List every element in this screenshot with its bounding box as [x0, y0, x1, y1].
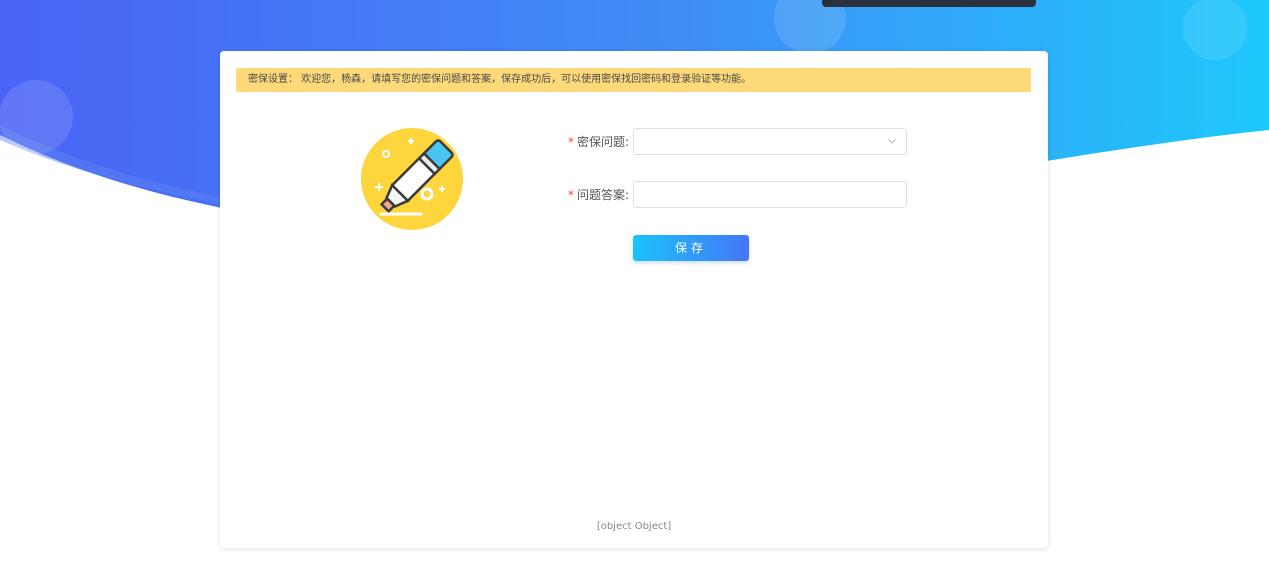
required-mark: * — [567, 188, 574, 202]
notice-banner: 密保设置： 欢迎您，杨森，请填写您的密保问题和答案，保存成功后，可以使用密保找回… — [236, 68, 1031, 92]
marker-pen-icon — [361, 128, 463, 230]
top-dark-tab — [822, 0, 1036, 7]
security-answer-row: * 问题答案: — [550, 181, 907, 208]
security-answer-label: * 问题答案: — [550, 186, 633, 203]
security-question-label: * 密保问题: — [550, 133, 633, 150]
footer-text: [object Object] — [596, 521, 672, 532]
required-mark: * — [567, 135, 574, 149]
security-answer-input[interactable] — [633, 181, 907, 208]
page: 密保设置： 欢迎您，杨森，请填写您的密保问题和答案，保存成功后，可以使用密保找回… — [0, 0, 1269, 571]
security-settings-card: 密保设置： 欢迎您，杨森，请填写您的密保问题和答案，保存成功后，可以使用密保找回… — [220, 51, 1048, 548]
security-question-row: * 密保问题: — [550, 128, 907, 155]
chevron-down-icon — [888, 139, 896, 144]
save-button[interactable]: 保存 — [633, 235, 749, 261]
security-question-label-text: 密保问题: — [576, 135, 629, 149]
security-question-select[interactable] — [633, 128, 907, 155]
security-answer-label-text: 问题答案: — [576, 188, 629, 202]
